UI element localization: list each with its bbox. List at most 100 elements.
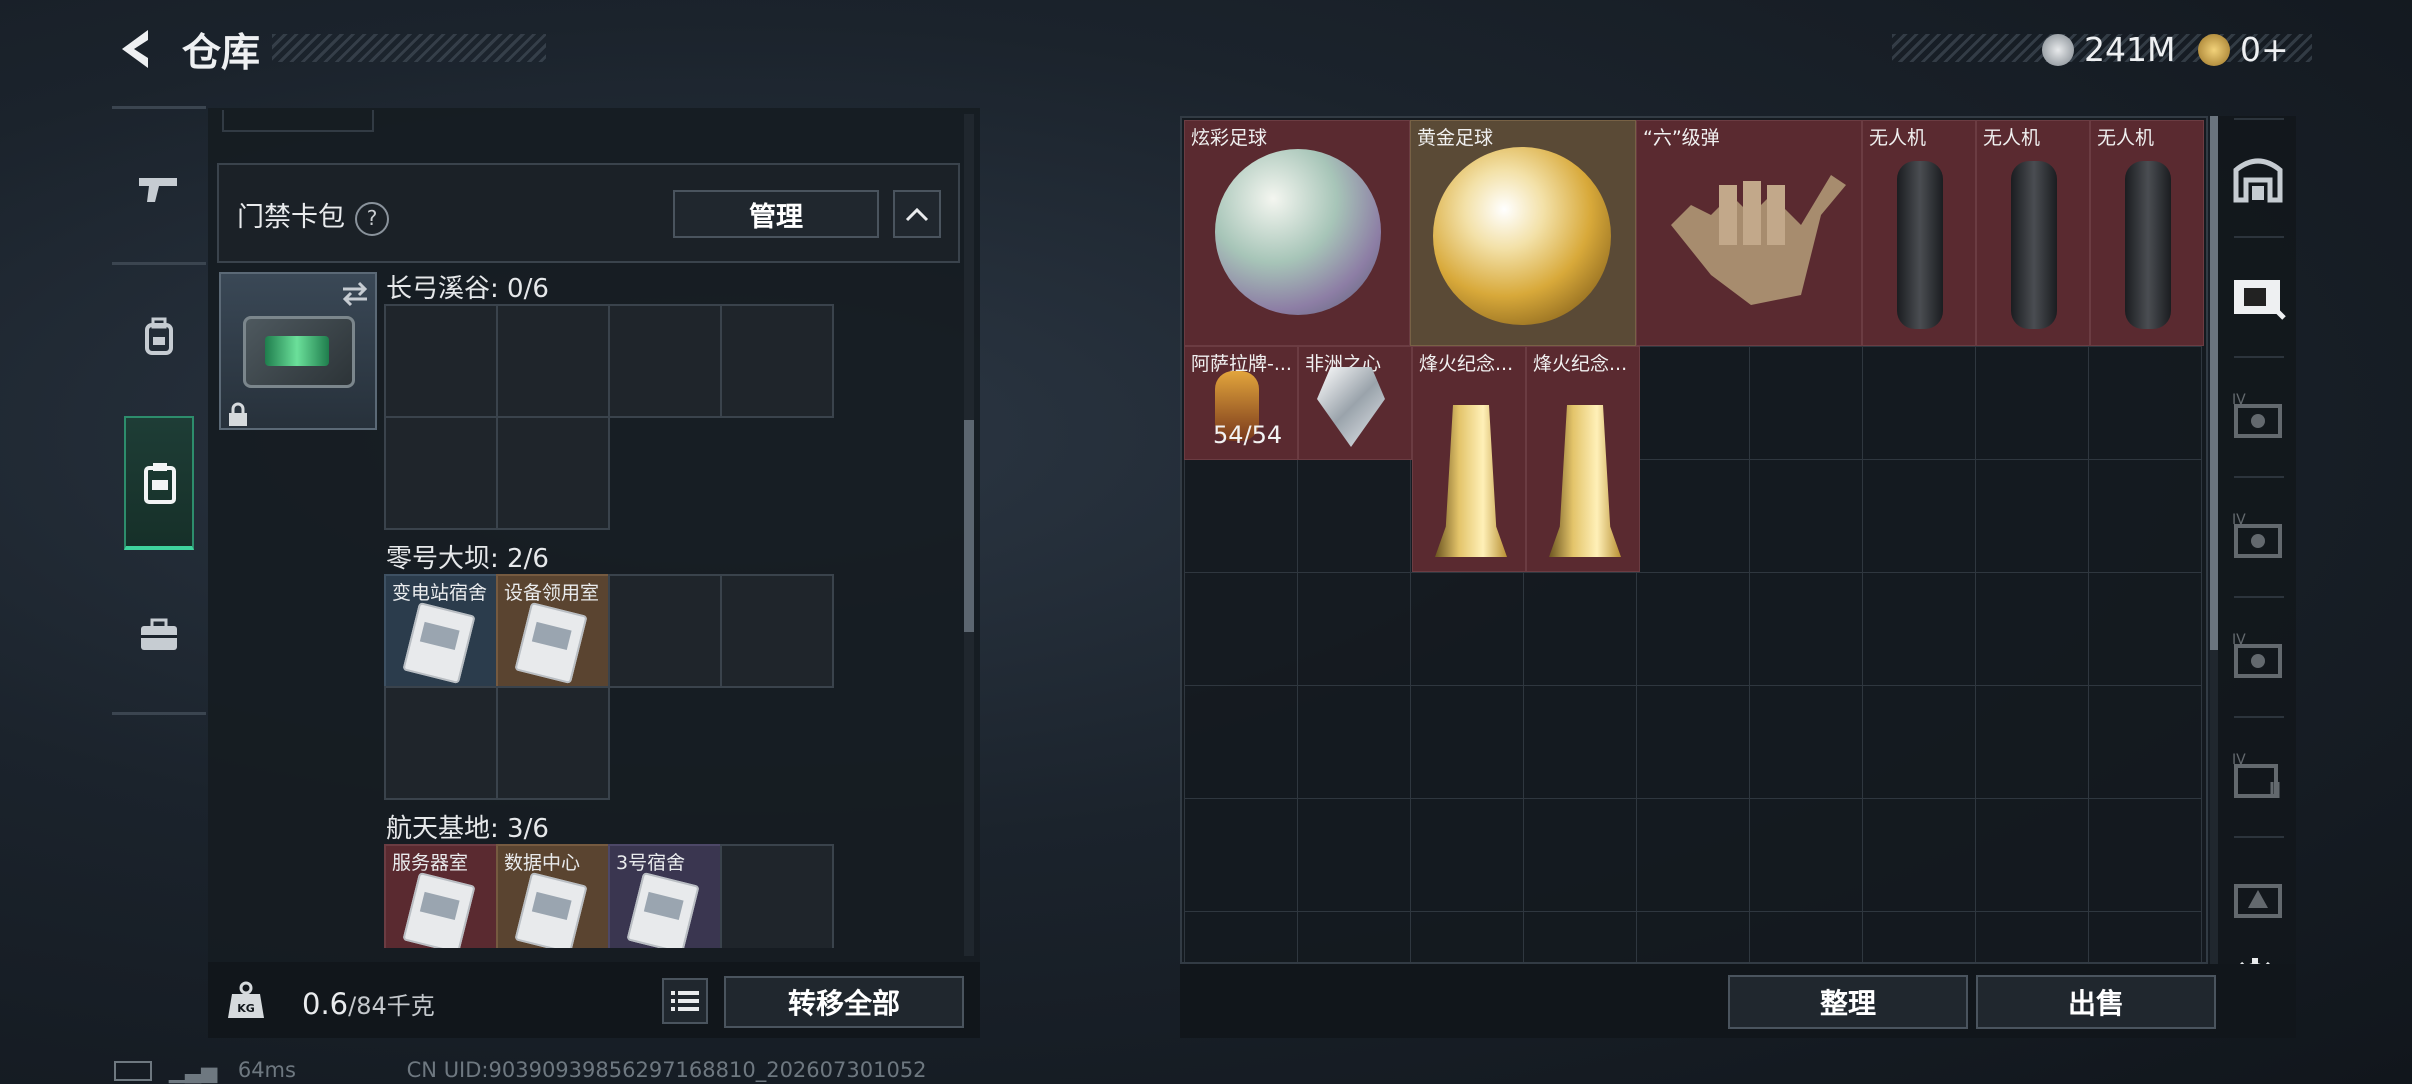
nav-weapons[interactable]: [112, 124, 206, 254]
grid-cell[interactable]: [1297, 572, 1411, 686]
grid-cell[interactable]: [1184, 911, 1298, 962]
grid-cell[interactable]: [1749, 798, 1863, 912]
grid-cell[interactable]: [1749, 572, 1863, 686]
grid-cell[interactable]: [1297, 911, 1411, 962]
warehouse-item[interactable]: 非洲之心: [1298, 346, 1412, 460]
grid-cell[interactable]: [1749, 346, 1863, 460]
warehouse-item[interactable]: 阿萨拉牌-... 54/54: [1184, 346, 1298, 460]
card-pack-item[interactable]: [219, 272, 377, 430]
warehouse-tab-icon[interactable]: [2228, 148, 2288, 208]
grid-cell[interactable]: [1184, 459, 1298, 573]
nav-keycard-case[interactable]: [124, 416, 194, 550]
card-slot[interactable]: [496, 416, 610, 530]
special-tab-icon[interactable]: [2228, 866, 2288, 926]
grid-cell[interactable]: [1975, 911, 2089, 962]
sort-button[interactable]: 整理: [1728, 975, 1968, 1029]
grid-cell[interactable]: [1862, 798, 1976, 912]
grid-cell[interactable]: [1862, 911, 1976, 962]
card-slot[interactable]: [608, 304, 722, 418]
warehouse-item[interactable]: 黄金足球: [1410, 120, 1636, 346]
card-slot[interactable]: [496, 686, 610, 800]
grid-cell[interactable]: [2088, 911, 2202, 962]
manage-button[interactable]: 管理: [673, 190, 879, 238]
card-slot[interactable]: [384, 686, 498, 800]
card-slot[interactable]: [496, 304, 610, 418]
grid-cell[interactable]: [1862, 346, 1976, 460]
expansion-tab-icon[interactable]: IV: [2228, 746, 2288, 806]
grid-cell[interactable]: [1636, 685, 1750, 799]
card-slot[interactable]: [384, 304, 498, 418]
grid-cell[interactable]: [1523, 685, 1637, 799]
card-slot[interactable]: [384, 416, 498, 530]
expansion-tab-icon[interactable]: IV: [2228, 626, 2288, 686]
nav-toolbox[interactable]: [112, 570, 206, 700]
collapse-button[interactable]: [893, 190, 941, 238]
warehouse-item[interactable]: 无人机: [2090, 120, 2204, 346]
keycard-item[interactable]: 3号宿舍: [608, 844, 722, 948]
warehouse-item[interactable]: 烽火纪念...: [1412, 346, 1526, 572]
warehouse-item[interactable]: 炫彩足球: [1184, 120, 1410, 346]
list-view-button[interactable]: [662, 978, 708, 1024]
warehouse-item[interactable]: 无人机: [1976, 120, 2090, 346]
grid-cell[interactable]: [1975, 572, 2089, 686]
grid-cell[interactable]: [1749, 459, 1863, 573]
card-slot[interactable]: [720, 574, 834, 688]
warehouse-item[interactable]: 无人机: [1862, 120, 1976, 346]
keycard-item[interactable]: 数据中心: [496, 844, 610, 948]
grid-cell[interactable]: [1862, 459, 1976, 573]
grid-cell[interactable]: [1184, 685, 1298, 799]
grid-cell[interactable]: [1297, 459, 1411, 573]
grid-cell[interactable]: [2088, 685, 2202, 799]
swap-icon[interactable]: [339, 280, 371, 308]
grid-cell[interactable]: [1636, 346, 1750, 460]
grid-cell[interactable]: [2088, 459, 2202, 573]
grid-cell[interactable]: [1749, 911, 1863, 962]
sell-button[interactable]: 出售: [1976, 975, 2216, 1029]
backpack-icon: [145, 317, 173, 355]
grid-cell[interactable]: [1184, 572, 1298, 686]
grid-cell[interactable]: [1636, 459, 1750, 573]
card-slot[interactable]: [608, 574, 722, 688]
keycard-item[interactable]: 服务器室: [384, 844, 498, 948]
back-button[interactable]: [112, 24, 156, 74]
nav-backpack[interactable]: [112, 272, 206, 402]
grid-cell[interactable]: [1862, 685, 1976, 799]
currency-gold[interactable]: 0+: [2198, 30, 2289, 69]
grid-cell[interactable]: [1523, 911, 1637, 962]
warehouse-item[interactable]: 烽火纪念...: [1526, 346, 1640, 572]
keycard-case-icon: [144, 463, 176, 504]
grid-cell[interactable]: [1975, 685, 2089, 799]
grid-cell[interactable]: [1523, 798, 1637, 912]
grid-cell[interactable]: [1749, 685, 1863, 799]
grid-cell[interactable]: [1975, 798, 2089, 912]
expansion-tab-icon[interactable]: IV: [2228, 506, 2288, 566]
card-slot[interactable]: [720, 844, 834, 948]
grid-cell[interactable]: [1636, 798, 1750, 912]
grid-cell[interactable]: [1636, 572, 1750, 686]
expansion-tab-icon[interactable]: IV: [2228, 386, 2288, 446]
keycard-tab-icon-active[interactable]: [2228, 266, 2288, 326]
left-scrollbar-thumb[interactable]: [964, 420, 974, 632]
grid-cell[interactable]: [1636, 911, 1750, 962]
warehouse-item[interactable]: “六”级弹: [1636, 120, 1862, 346]
grid-cell[interactable]: [1975, 346, 2089, 460]
transfer-all-button[interactable]: 转移全部: [724, 976, 964, 1028]
grid-cell[interactable]: [1410, 911, 1524, 962]
card-slot[interactable]: [720, 304, 834, 418]
grid-cell[interactable]: [1523, 572, 1637, 686]
grid-cell[interactable]: [1184, 798, 1298, 912]
grid-cell[interactable]: [1297, 798, 1411, 912]
keycard-item[interactable]: 变电站宿舍: [384, 574, 498, 688]
grid-cell[interactable]: [1975, 459, 2089, 573]
help-icon[interactable]: ?: [355, 201, 389, 236]
keycard-item[interactable]: 设备领用室: [496, 574, 610, 688]
grid-cell[interactable]: [1410, 572, 1524, 686]
grid-cell[interactable]: [2088, 572, 2202, 686]
grid-cell[interactable]: [2088, 346, 2202, 460]
grid-cell[interactable]: [1862, 572, 1976, 686]
grid-cell[interactable]: [2088, 798, 2202, 912]
grid-cell[interactable]: [1410, 798, 1524, 912]
grid-cell[interactable]: [1297, 685, 1411, 799]
right-scrollbar-thumb[interactable]: [2210, 116, 2218, 650]
grid-cell[interactable]: [1410, 685, 1524, 799]
